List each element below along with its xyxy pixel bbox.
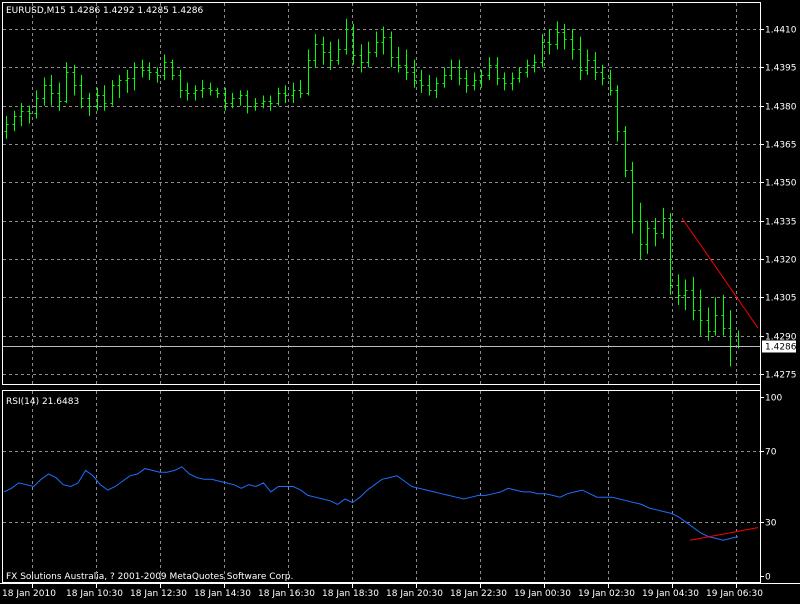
mt4-chart-window[interactable]: 1.4410 1.4395 1.4380 1.4365 1.4350 1.4335 1.43… — [0, 0, 800, 600]
time-tick-label: 19 Jan 04:30 — [642, 589, 699, 599]
price-tick-label: 1.4365 — [765, 141, 797, 151]
time-tick-label: 19 Jan 00:30 — [514, 589, 571, 599]
time-tick-label: 18 Jan 22:30 — [450, 589, 507, 599]
price-tick-label: 1.4395 — [765, 64, 797, 74]
price-tick-label: 1.4320 — [765, 256, 797, 266]
price-tick-label: 1.4380 — [765, 103, 797, 113]
time-tick-label: 18 Jan 20:30 — [386, 589, 443, 599]
time-tick-label: 18 Jan 18:30 — [322, 589, 379, 599]
current-price-label: 1.4286 — [765, 343, 797, 353]
rsi-header: RSI(14) 21.6483 — [6, 397, 79, 407]
rsi-tick-label: 100 — [765, 394, 782, 404]
price-tick-label: 1.4275 — [765, 371, 797, 381]
time-tick-label: 18 Jan 12:30 — [130, 589, 187, 599]
time-tick-label: 18 Jan 14:30 — [194, 589, 251, 599]
chart-canvas[interactable]: 1.4410 1.4395 1.4380 1.4365 1.4350 1.4335 1.43… — [0, 0, 800, 600]
time-tick-label: 18 Jan 16:30 — [258, 589, 315, 599]
time-tick-label: 19 Jan 02:30 — [578, 589, 635, 599]
time-tick-label: 18 Jan 2010 — [2, 589, 56, 599]
rsi-tick-label: 30 — [765, 519, 777, 529]
price-tick-label: 1.4305 — [765, 294, 797, 304]
time-tick-label: 18 Jan 10:30 — [66, 589, 123, 599]
rsi-tick-label: 70 — [765, 448, 777, 458]
price-tick-label: 1.4410 — [765, 26, 797, 36]
price-tick-label: 1.4350 — [765, 179, 797, 189]
copyright-text: FX Solutions Australia, ? 2001-2009 Meta… — [6, 572, 293, 582]
price-tick-label: 1.4335 — [765, 218, 797, 228]
time-tick-label: 19 Jan 06:30 — [706, 589, 763, 599]
symbol-header: EURUSD,M15 1.4286 1.4292 1.4285 1.4286 — [6, 6, 204, 16]
rsi-tick-label: 0 — [765, 573, 771, 583]
